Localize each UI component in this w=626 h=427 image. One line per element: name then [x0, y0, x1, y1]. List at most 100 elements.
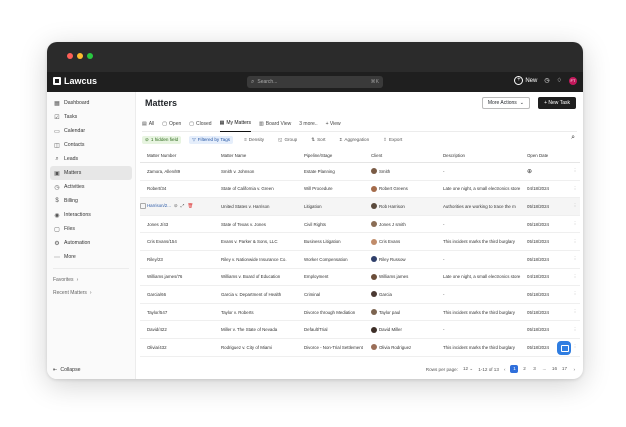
bell-icon[interactable]: ♢: [557, 77, 562, 84]
sidebar-item-calendar[interactable]: ▭ Calendar: [47, 124, 135, 138]
page-button[interactable]: 16: [550, 365, 558, 373]
zoom-window-dot[interactable]: [87, 53, 93, 59]
matter-number-cell[interactable]: Olivia/432: [147, 338, 221, 357]
matter-number[interactable]: Robert/34: [147, 186, 166, 191]
table-row[interactable]: Cris Evans/154 Evans v. Parker & Sons, LL…: [140, 232, 580, 251]
matter-number[interactable]: Zamora, Allen/89: [147, 169, 180, 174]
row-menu-icon[interactable]: ⋮: [570, 215, 580, 234]
user-avatar[interactable]: FT: [569, 76, 577, 85]
sidebar-item-matters[interactable]: ▣ Matters: [50, 166, 132, 180]
column-header[interactable]: Client: [371, 149, 443, 163]
page-button[interactable]: 2: [520, 365, 528, 373]
tab-view[interactable]: + View: [326, 116, 341, 131]
minimize-window-dot[interactable]: [77, 53, 83, 59]
client-cell[interactable]: Robert Greens: [371, 180, 443, 199]
sort-button[interactable]: ⇅ Sort: [308, 136, 328, 144]
matter-number-cell[interactable]: Williams james/76: [147, 268, 221, 287]
sidebar-item-dashboard[interactable]: ▦ Dashboard: [47, 96, 135, 110]
matter-number-cell[interactable]: Zamora, Allen/89: [147, 162, 221, 181]
aggregation-button[interactable]: Σ Aggregation: [337, 136, 373, 143]
client-cell[interactable]: Riley Russow: [371, 250, 443, 269]
tab-all[interactable]: ▤ All: [142, 116, 154, 131]
matter-number-cell[interactable]: Cris Evans/154: [147, 232, 221, 251]
sidebar-item-automation[interactable]: ⚙ Automation: [47, 236, 135, 250]
table-row[interactable]: Riley/23 Riley v. Nationwide Insurance Co…: [140, 250, 580, 269]
table-row[interactable]: Williams james/76 Williams v. Board of Ed…: [140, 268, 580, 287]
page-button[interactable]: 1: [510, 365, 519, 373]
matter-number-cell[interactable]: Harrison/2... ⊘ ⤢ 🗑: [147, 197, 221, 216]
matter-number[interactable]: Garcia/66: [147, 292, 166, 297]
collapse-button[interactable]: ⇤ Collapse: [53, 367, 81, 373]
filter-chip[interactable]: ▽ Filtered by Tags: [189, 135, 234, 144]
group-button[interactable]: ◱ Group: [275, 136, 300, 144]
matter-number[interactable]: Taylor/547: [147, 310, 167, 315]
column-settings[interactable]: [570, 149, 580, 163]
row-menu-icon[interactable]: ⋮: [570, 268, 580, 287]
sidebar-item-activities[interactable]: ◷ Activities: [47, 180, 135, 194]
matter-number-cell[interactable]: Riley/23: [147, 250, 221, 269]
row-menu-icon[interactable]: ⋮: [570, 320, 580, 339]
next-page-icon[interactable]: ›: [573, 367, 575, 372]
row-checkbox[interactable]: [140, 203, 146, 210]
rows-per-page-select[interactable]: 12 ⌄: [463, 366, 473, 372]
calendar-add-icon[interactable]: ⊕: [527, 169, 532, 175]
tab-my-matters[interactable]: ▦ My Matters: [219, 116, 252, 132]
check-circle-icon[interactable]: ⊘: [174, 203, 178, 209]
sidebar-item-leads[interactable]: ⌕ Leads: [47, 152, 135, 166]
new-task-button[interactable]: + New Task: [538, 97, 576, 109]
export-button[interactable]: ⇪ Export: [380, 136, 405, 144]
matter-number[interactable]: Harrison/2...: [147, 203, 171, 208]
table-row[interactable]: Robert/34 State of California v. Green Wil…: [140, 180, 580, 199]
previous-page-icon[interactable]: ‹: [504, 367, 506, 372]
table-row[interactable]: Garcia/66 Garcia v. Department of Health C…: [140, 285, 580, 304]
client-cell[interactable]: Olivia Rodriguez: [371, 338, 443, 357]
tab-open[interactable]: ▢ Open: [162, 116, 181, 131]
recent-matters-section[interactable]: Recent Matters ›: [47, 286, 135, 299]
matter-number[interactable]: Cris Evans/154: [147, 239, 177, 244]
trash-icon[interactable]: 🗑: [187, 203, 193, 209]
brand-logo[interactable]: Lawcus: [53, 76, 97, 86]
client-cell[interactable]: Taylor paul: [371, 303, 443, 322]
row-menu-icon[interactable]: ⋮: [570, 162, 580, 181]
more-actions-button[interactable]: More Actions ⌄: [481, 97, 530, 109]
client-cell[interactable]: Jones J smith: [371, 215, 443, 234]
row-menu-icon[interactable]: ⋮: [570, 338, 580, 357]
row-menu-icon[interactable]: ⋮: [570, 197, 580, 216]
close-window-dot[interactable]: [67, 53, 73, 59]
matter-number-cell[interactable]: Jones J/43: [147, 215, 221, 234]
row-menu-icon[interactable]: ⋮: [570, 250, 580, 269]
column-header[interactable]: Matter Number: [147, 149, 221, 163]
column-header[interactable]: Open Date: [527, 149, 570, 163]
sidebar-item-more[interactable]: ⋯ More: [47, 250, 135, 264]
sidebar-item-files[interactable]: ▢ Files: [47, 222, 135, 236]
table-row[interactable]: Jones J/43 State of Texas v. Jones Civil R…: [140, 215, 580, 234]
hidden-fields-chip[interactable]: ⊘ 1 hidden field: [142, 135, 182, 144]
client-cell[interactable]: Rob Harrison: [371, 197, 443, 216]
sidebar-item-interactions[interactable]: ◉ Interactions: [47, 208, 135, 222]
table-row[interactable]: Olivia/432 Rodriguez v. City of Miami Divo…: [140, 338, 580, 357]
client-cell[interactable]: Cris Evans: [371, 232, 443, 251]
matter-number[interactable]: Jones J/43: [147, 222, 168, 227]
density-button[interactable]: ≡ Density: [241, 136, 267, 143]
timer-icon[interactable]: ◷: [544, 77, 549, 84]
expand-icon[interactable]: ⤢: [181, 203, 185, 209]
row-menu-icon[interactable]: ⋮: [570, 285, 580, 304]
client-cell[interactable]: David Miller: [371, 320, 443, 339]
matter-number-cell[interactable]: Taylor/547: [147, 303, 221, 322]
tab-board-view[interactable]: ▥ Board View: [259, 116, 291, 131]
new-button[interactable]: + New: [514, 76, 537, 85]
matter-number-cell[interactable]: David/422: [147, 320, 221, 339]
row-menu-icon[interactable]: ⋮: [570, 303, 580, 322]
client-cell[interactable]: Garcia: [371, 285, 443, 304]
table-search-icon[interactable]: ⌕: [571, 134, 575, 142]
sidebar-item-tasks[interactable]: ☑ Tasks: [47, 110, 135, 124]
tab-closed[interactable]: ▢ Closed: [189, 116, 211, 131]
column-header[interactable]: Pipeline/Stage: [304, 149, 371, 163]
table-row[interactable]: Harrison/2... ⊘ ⤢ 🗑 United States v. Harriso…: [140, 197, 580, 216]
row-menu-icon[interactable]: ⋮: [570, 232, 580, 251]
matter-number[interactable]: David/422: [147, 327, 167, 332]
matter-number[interactable]: Williams james/76: [147, 274, 182, 279]
table-row[interactable]: David/422 Miller v. The State of Nevada De…: [140, 320, 580, 339]
matter-number[interactable]: Riley/23: [147, 257, 163, 262]
column-header[interactable]: Matter Name: [221, 149, 304, 163]
